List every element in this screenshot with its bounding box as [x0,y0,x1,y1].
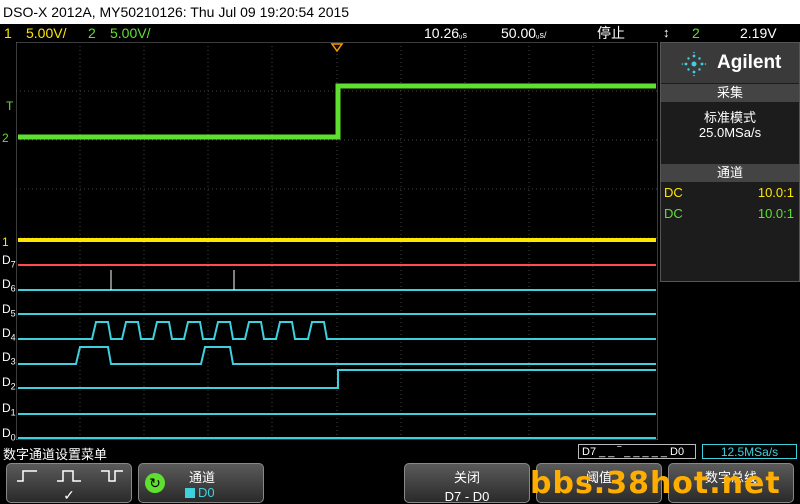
menu-title: 数字通道设置菜单 [3,447,108,462]
digital-sample-rate: 12.5MSa/s [702,444,797,459]
bus-indicator: D7 _ _ ‾ _ _ _ _ _ D0 [578,444,696,459]
rotary-knob-icon: ↻ [145,473,165,493]
close-softkey[interactable]: 关闭 D7 - D0 [404,463,530,504]
trigger-level[interactable]: 2.19V [740,24,777,42]
d2-label[interactable]: D2 [2,375,16,391]
watermark: bbs.38hot.net [530,466,781,501]
channels-header: 通道 [661,164,799,182]
time-reference[interactable]: 10.26ᵤs [424,24,467,44]
close-label: 关闭 [453,470,480,485]
ch2-number[interactable]: 2 [88,24,96,42]
timebase-scale[interactable]: 50.00ᵤs/ [501,24,547,44]
close-range: D7 - D0 [444,489,490,504]
trigger-level-marker[interactable]: T [6,100,13,112]
agilent-spark-icon [681,51,707,77]
brand-name: Agilent [717,52,782,73]
checkbox-icon [185,488,195,498]
run-state: 停止 [597,25,625,41]
channel-select-label: 通道 [189,470,216,485]
acquire-rate: 25.0MSa/s [698,125,762,140]
trigger-source[interactable]: 2 [692,24,700,42]
ch1-coupling: DC [664,185,683,200]
window-title: DSO-X 2012A, MY50210126: Thu Jul 09 19:2… [0,0,800,24]
channel-select-softkey[interactable]: ↻ 通道 D0 [138,463,264,503]
d7-label[interactable]: D7 [2,253,16,269]
waveform-display[interactable] [16,42,658,440]
info-panel: Agilent 采集 标准模式 25.0MSa/s 通道 DC 10.0:1 D… [660,42,800,282]
trigger-edge-icon: ↕ [663,25,670,40]
ch1-probe: 10.0:1 [757,185,794,200]
status-bar: 1 5.00V/ 2 5.00V/ 10.26ᵤs 50.00ᵤs/ 停止 ↕ … [0,24,800,42]
ch1-ground-marker[interactable]: 1 [2,236,9,248]
d0-label[interactable]: D0 [2,426,16,442]
ch2-info-row: DC 10.0:1 [664,206,796,221]
acquire-header: 采集 [661,84,799,102]
ch1-info-row: DC 10.0:1 [664,185,796,200]
channel-select-value: D0 [185,485,215,500]
d3-label[interactable]: D3 [2,350,16,366]
d5-label[interactable]: D5 [2,302,16,318]
ch2-coupling: DC [664,206,683,221]
ch1-scale[interactable]: 5.00V/ [26,24,66,42]
logic-level-icons [17,470,123,482]
ch2-ground-marker[interactable]: 2 [2,132,9,144]
brand-logo: Agilent [661,43,799,83]
d1-label[interactable]: D1 [2,401,16,417]
threshold-type-softkey[interactable]: ✓ [6,463,132,503]
acquire-mode: 标准模式 [703,110,756,125]
ch2-probe: 10.0:1 [757,206,794,221]
checkmark-icon: ✓ [63,487,75,503]
ch1-number[interactable]: 1 [4,24,12,42]
ch2-scale[interactable]: 5.00V/ [110,24,150,42]
d6-label[interactable]: D6 [2,277,16,293]
d4-label[interactable]: D4 [2,326,16,342]
